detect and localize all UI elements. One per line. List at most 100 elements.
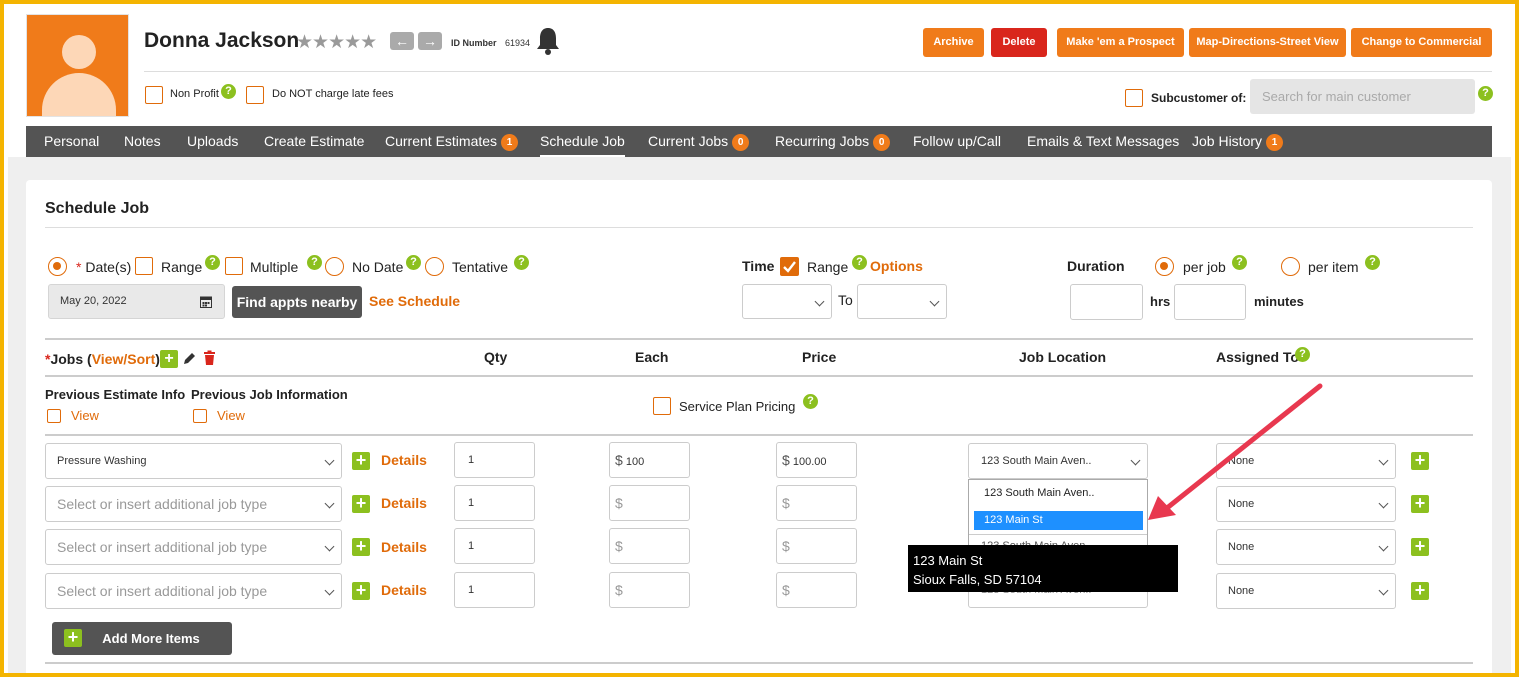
assigned-to-select[interactable]: None xyxy=(1216,529,1396,565)
each-input[interactable]: $ xyxy=(609,485,690,521)
add-job-type-icon[interactable]: + xyxy=(352,537,370,556)
pencil-icon[interactable] xyxy=(182,351,197,366)
time-range-help-icon[interactable]: ? xyxy=(852,255,867,270)
per-item-help-icon[interactable]: ? xyxy=(1365,255,1380,270)
price-input[interactable]: $ xyxy=(776,572,857,608)
change-to-commercial-button[interactable]: Change to Commercial xyxy=(1351,28,1492,57)
dropdown-option-highlighted[interactable]: 123 Main St xyxy=(974,511,1143,530)
duration-hours-input[interactable] xyxy=(1070,284,1143,320)
add-assignee-icon[interactable]: + xyxy=(1411,494,1429,513)
delete-button[interactable]: Delete xyxy=(991,28,1047,57)
view-estimate-label[interactable]: View xyxy=(71,408,99,423)
per-item-radio[interactable] xyxy=(1281,257,1300,276)
view-job-label[interactable]: View xyxy=(217,408,245,423)
per-job-help-icon[interactable]: ? xyxy=(1232,255,1247,270)
dropdown-option[interactable]: 123 South Main Aven.. xyxy=(984,487,1095,499)
details-link[interactable]: Details xyxy=(381,582,427,598)
view-sort-link[interactable]: View/Sort xyxy=(92,351,156,367)
price-input[interactable]: $ xyxy=(776,528,857,564)
previous-customer-button[interactable]: ← xyxy=(390,32,414,50)
add-job-type-icon[interactable]: + xyxy=(352,581,370,600)
job-type-select[interactable]: Select or insert additional job type xyxy=(45,573,342,609)
non-profit-checkbox[interactable] xyxy=(145,86,163,104)
tab-emails-text-messages[interactable]: Emails & Text Messages xyxy=(1027,126,1179,157)
make-prospect-button[interactable]: Make 'em a Prospect xyxy=(1057,28,1184,57)
per-job-radio[interactable] xyxy=(1155,257,1174,276)
assigned-to-select[interactable]: None xyxy=(1216,573,1396,609)
qty-input[interactable]: 1 xyxy=(454,485,535,521)
service-plan-help-icon[interactable]: ? xyxy=(803,394,818,409)
details-link[interactable]: Details xyxy=(381,539,427,555)
add-assignee-icon[interactable]: + xyxy=(1411,537,1429,556)
view-job-checkbox[interactable] xyxy=(193,409,207,423)
each-input[interactable]: $ xyxy=(609,528,690,564)
date-input[interactable]: May 20, 2022 xyxy=(48,284,225,319)
find-appts-nearby-button[interactable]: Find appts nearby xyxy=(232,286,362,318)
tab-create-estimate[interactable]: Create Estimate xyxy=(264,126,364,157)
main-customer-search-input[interactable]: Search for main customer xyxy=(1250,79,1475,114)
job-type-select[interactable]: Select or insert additional job type xyxy=(45,529,342,565)
price-input[interactable]: $ xyxy=(776,485,857,521)
tab-personal[interactable]: Personal xyxy=(44,126,99,157)
see-schedule-link[interactable]: See Schedule xyxy=(369,293,460,309)
tab-job-history[interactable]: Job History 1 xyxy=(1192,126,1284,157)
archive-button[interactable]: Archive xyxy=(923,28,984,57)
next-customer-button[interactable]: → xyxy=(418,32,442,50)
add-assignee-icon[interactable]: + xyxy=(1411,451,1429,470)
subcustomer-checkbox[interactable] xyxy=(1125,89,1143,107)
no-late-fees-checkbox[interactable] xyxy=(246,86,264,104)
each-input[interactable]: $ 100 xyxy=(609,442,690,478)
qty-input[interactable]: 1 xyxy=(454,572,535,608)
qty-input[interactable]: 1 xyxy=(454,442,535,478)
calendar-icon[interactable] xyxy=(200,295,212,308)
tab-current-jobs[interactable]: Current Jobs 0 xyxy=(648,126,750,157)
add-job-type-icon[interactable]: + xyxy=(352,494,370,513)
customer-tabs-nav: Personal Notes Uploads Create Estimate C… xyxy=(26,126,1492,157)
add-assignee-icon[interactable]: + xyxy=(1411,581,1429,600)
trash-icon[interactable] xyxy=(203,350,216,366)
chevron-down-icon xyxy=(1130,455,1141,466)
job-location-select[interactable]: 123 South Main Aven.. xyxy=(968,443,1148,479)
dates-radio[interactable] xyxy=(48,257,67,276)
rating-stars[interactable]: ★★★★★ xyxy=(296,31,377,54)
no-date-help-icon[interactable]: ? xyxy=(406,255,421,270)
assigned-to-header: Assigned To xyxy=(1216,349,1299,365)
each-input[interactable]: $ xyxy=(609,572,690,608)
time-range-checkbox[interactable] xyxy=(780,257,799,276)
map-directions-button[interactable]: Map-Directions-Street View xyxy=(1189,28,1346,57)
details-link[interactable]: Details xyxy=(381,452,427,468)
add-job-type-icon[interactable]: + xyxy=(352,451,370,470)
tab-recurring-jobs[interactable]: Recurring Jobs 0 xyxy=(775,126,891,157)
price-input[interactable]: $ 100.00 xyxy=(776,442,857,478)
job-type-select[interactable]: Pressure Washing xyxy=(45,443,342,479)
multiple-help-icon[interactable]: ? xyxy=(307,255,322,270)
job-type-select[interactable]: Select or insert additional job type xyxy=(45,486,342,522)
chevron-down-icon xyxy=(324,585,335,596)
tab-notes[interactable]: Notes xyxy=(124,126,161,157)
add-more-items-button[interactable]: + Add More Items xyxy=(52,622,232,655)
range-checkbox[interactable] xyxy=(135,257,153,275)
tab-follow-up-call[interactable]: Follow up/Call xyxy=(913,126,1001,157)
range-help-icon[interactable]: ? xyxy=(205,255,220,270)
tab-uploads[interactable]: Uploads xyxy=(187,126,238,157)
add-job-icon[interactable]: + xyxy=(160,350,178,368)
time-options-link[interactable]: Options xyxy=(870,258,923,274)
service-plan-checkbox[interactable] xyxy=(653,397,671,415)
no-date-radio[interactable] xyxy=(325,257,344,276)
start-time-select[interactable] xyxy=(742,284,832,319)
multiple-checkbox[interactable] xyxy=(225,257,243,275)
chevron-down-icon xyxy=(324,541,335,552)
non-profit-help-icon[interactable]: ? xyxy=(221,84,236,99)
tentative-radio[interactable] xyxy=(425,257,444,276)
duration-minutes-input[interactable] xyxy=(1174,284,1246,320)
view-estimate-checkbox[interactable] xyxy=(47,409,61,423)
qty-input[interactable]: 1 xyxy=(454,528,535,564)
details-link[interactable]: Details xyxy=(381,495,427,511)
end-time-select[interactable] xyxy=(857,284,947,319)
subcustomer-help-icon[interactable]: ? xyxy=(1478,86,1493,101)
tab-schedule-job[interactable]: Schedule Job xyxy=(540,126,625,157)
tentative-help-icon[interactable]: ? xyxy=(514,255,529,270)
assigned-help-icon[interactable]: ? xyxy=(1295,347,1310,362)
bell-icon[interactable] xyxy=(535,26,561,56)
tab-current-estimates[interactable]: Current Estimates 1 xyxy=(385,126,519,157)
